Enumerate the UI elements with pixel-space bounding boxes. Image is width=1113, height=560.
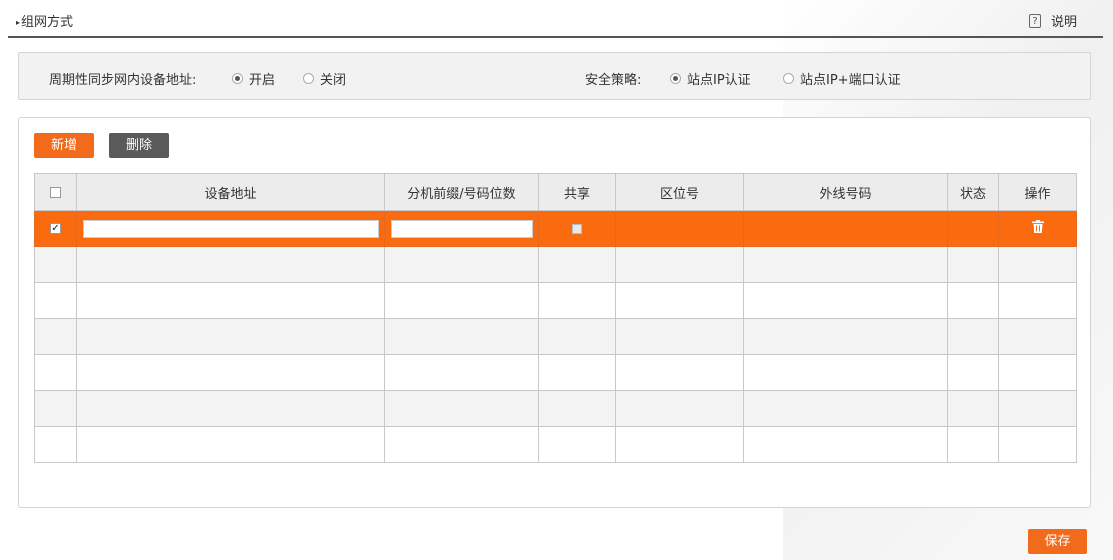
sync-off-label: 关闭 [320,73,347,88]
page-title: ▸组网方式 [16,11,73,30]
radio-off-icon [303,73,314,84]
device-list-panel: 新增 删除 设备地址 分机前缀/号码位数 共享 区位号 外线号码 状态 操作 ✓ [18,117,1091,508]
col-area-code: 区位号 [615,173,744,211]
table-row-empty [34,318,1077,355]
select-all-cell [34,173,77,211]
policy-label: 安全策略: [585,73,642,88]
page-header: ▸组网方式 ? 说明 [8,0,1103,38]
table-header-row: 设备地址 分机前缀/号码位数 共享 区位号 外线号码 状态 操作 [34,173,1077,211]
outside-number-cell [743,210,948,247]
sync-on-label: 开启 [249,73,276,88]
radio-off-icon [783,73,794,84]
col-outside-number: 外线号码 [743,173,948,211]
col-prefix-digits: 分机前缀/号码位数 [384,173,539,211]
policy-ip-port-radio[interactable]: 站点IP+端口认证 [783,69,901,88]
prefix-digits-cell [384,210,539,247]
help-label: 说明 [1050,15,1077,30]
status-cell [947,210,999,247]
col-status: 状态 [947,173,999,211]
caret-right-icon: ▸ [16,18,21,27]
select-all-checkbox[interactable] [50,186,61,198]
table-row-empty [34,354,1077,391]
shared-cell [538,210,616,247]
save-button[interactable]: 保存 [1028,529,1087,554]
sync-off-radio[interactable]: 关闭 [303,69,346,88]
radio-on-icon [670,73,681,84]
policy-ip-port-label: 站点IP+端口认证 [800,73,901,88]
col-action: 操作 [998,173,1077,211]
add-button[interactable]: 新增 [34,133,94,158]
table-row-empty [34,390,1077,427]
col-shared: 共享 [538,173,616,211]
help-link[interactable]: ? 说明 [1028,11,1077,30]
row-select-cell: ✓ [34,210,77,247]
delete-button[interactable]: 删除 [109,133,169,158]
policy-ip-label: 站点IP认证 [687,73,751,88]
device-address-cell [76,210,385,247]
policy-ip-radio[interactable]: 站点IP认证 [670,69,751,88]
action-cell [998,210,1077,247]
prefix-digits-input[interactable] [390,219,533,238]
table-row-empty [34,426,1077,463]
sync-on-radio[interactable]: 开启 [232,69,275,88]
radio-on-icon [232,73,243,84]
device-table: 设备地址 分机前缀/号码位数 共享 区位号 外线号码 状态 操作 ✓ [34,173,1077,463]
table-row-empty [34,282,1077,319]
trash-icon[interactable] [1031,220,1044,233]
settings-panel: 周期性同步网内设备地址: 开启 关闭 安全策略: 站点IP认证 站点IP+端口认… [18,52,1091,100]
col-device-address: 设备地址 [76,173,385,211]
table-row-empty [34,246,1077,283]
shared-checkbox[interactable] [572,223,582,234]
question-icon: ? [1028,13,1041,28]
page-title-text: 组网方式 [21,15,74,30]
area-code-cell [615,210,744,247]
row-checkbox[interactable]: ✓ [50,223,61,234]
sync-label: 周期性同步网内设备地址: [49,73,197,88]
table-row[interactable]: ✓ [34,210,1077,247]
device-address-input[interactable] [82,219,379,238]
